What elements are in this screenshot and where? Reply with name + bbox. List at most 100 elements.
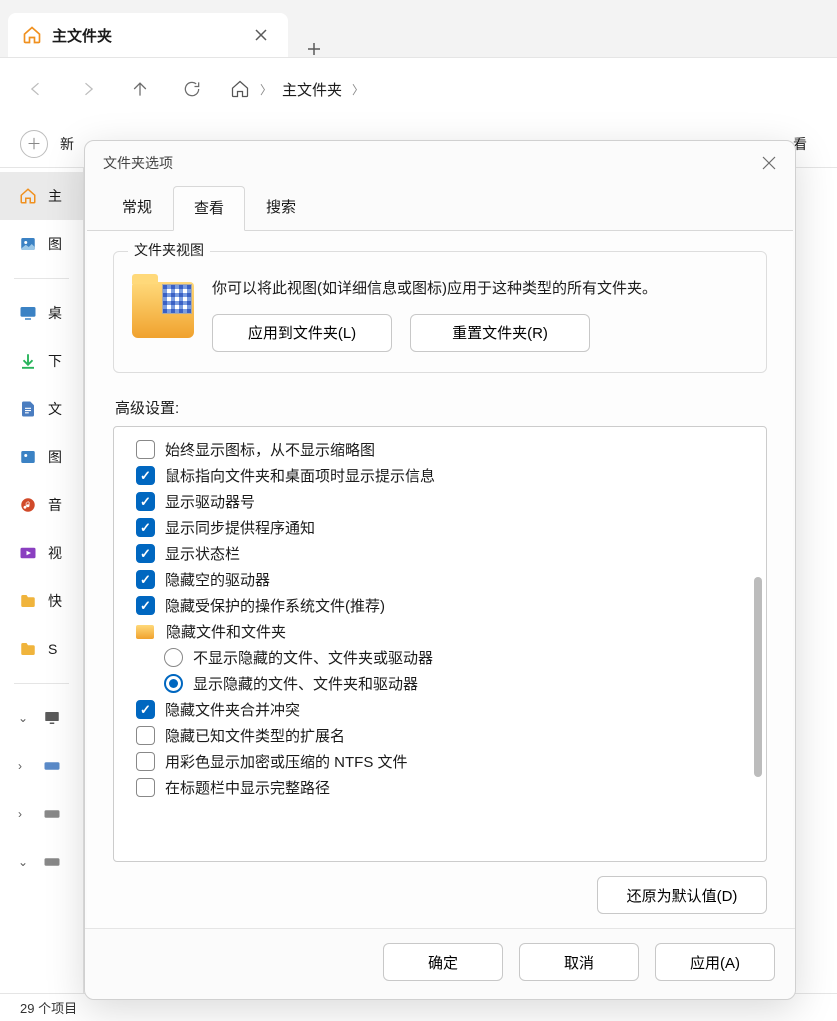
option-row[interactable]: 隐藏受保护的操作系统文件(推荐) — [136, 593, 756, 619]
option-label: 显示同步提供程序通知 — [165, 517, 315, 538]
sidebar-item-videos[interactable]: 视 — [0, 529, 83, 577]
desktop-icon — [18, 303, 38, 323]
option-row[interactable]: 用彩色显示加密或压缩的 NTFS 文件 — [136, 749, 756, 775]
apply-button[interactable]: 应用(A) — [655, 943, 775, 981]
pictures-icon — [18, 447, 38, 467]
option-row[interactable]: 隐藏文件夹合并冲突 — [136, 697, 756, 723]
option-label: 隐藏文件夹合并冲突 — [165, 699, 300, 720]
checkbox[interactable] — [136, 726, 155, 745]
back-button[interactable] — [14, 67, 58, 111]
option-label: 显示状态栏 — [165, 543, 240, 564]
drive-icon — [42, 804, 62, 824]
chevron-right-icon: 〉 — [260, 81, 272, 98]
document-icon — [18, 399, 38, 419]
option-row[interactable]: 不显示隐藏的文件、文件夹或驱动器 — [136, 645, 756, 671]
cancel-button[interactable]: 取消 — [519, 943, 639, 981]
checkbox[interactable] — [136, 518, 155, 537]
forward-button[interactable] — [66, 67, 110, 111]
ok-button[interactable]: 确定 — [383, 943, 503, 981]
sidebar-item-thispc[interactable]: ⌄ — [0, 694, 83, 742]
folder-options-dialog: 文件夹选项 常规 查看 搜索 文件夹视图 你可以将此视图(如详细信息或图标)应用… — [84, 140, 796, 1000]
option-row[interactable]: 在标题栏中显示完整路径 — [136, 775, 756, 801]
option-row[interactable]: 隐藏文件和文件夹 — [136, 619, 756, 645]
checkbox[interactable] — [136, 700, 155, 719]
dialog-tabs: 常规 查看 搜索 — [85, 185, 795, 230]
sidebar-item-drive3[interactable]: ⌄ — [0, 838, 83, 886]
checkbox[interactable] — [136, 752, 155, 771]
checkbox[interactable] — [136, 492, 155, 511]
folder-icon — [18, 639, 38, 659]
tab-home[interactable]: 主文件夹 — [8, 13, 288, 57]
new-tab-button[interactable] — [288, 41, 340, 57]
new-item-button[interactable]: ＋ — [20, 130, 48, 158]
radio[interactable] — [164, 648, 183, 667]
sidebar-item-gallery[interactable]: 图 — [0, 220, 83, 268]
option-label: 显示隐藏的文件、文件夹和驱动器 — [193, 673, 418, 694]
sidebar-item-documents[interactable]: 文 — [0, 385, 83, 433]
scrollbar-thumb[interactable] — [754, 577, 762, 777]
sidebar-item-pictures[interactable]: 图 — [0, 433, 83, 481]
advanced-settings-list[interactable]: 始终显示图标，从不显示缩略图鼠标指向文件夹和桌面项时显示提示信息显示驱动器号显示… — [113, 426, 767, 863]
option-row[interactable]: 隐藏已知文件类型的扩展名 — [136, 723, 756, 749]
sidebar-item-drive2[interactable]: › — [0, 790, 83, 838]
sidebar-item-folder1[interactable]: 快 — [0, 577, 83, 625]
chevron-right-icon: › — [18, 759, 32, 773]
checkbox[interactable] — [136, 466, 155, 485]
pc-icon — [42, 708, 62, 728]
radio[interactable] — [164, 674, 183, 693]
dialog-close-button[interactable] — [755, 149, 783, 177]
group-legend: 文件夹视图 — [128, 240, 210, 260]
refresh-button[interactable] — [170, 67, 214, 111]
up-button[interactable] — [118, 67, 162, 111]
option-row[interactable]: 显示状态栏 — [136, 541, 756, 567]
checkbox[interactable] — [136, 544, 155, 563]
apply-to-folders-button[interactable]: 应用到文件夹(L) — [212, 314, 392, 352]
option-label: 隐藏已知文件类型的扩展名 — [165, 725, 345, 746]
option-row[interactable]: 鼠标指向文件夹和桌面项时显示提示信息 — [136, 463, 756, 489]
sidebar-item-drive1[interactable]: › — [0, 742, 83, 790]
option-label: 鼠标指向文件夹和桌面项时显示提示信息 — [165, 465, 435, 486]
tab-title: 主文件夹 — [52, 25, 238, 46]
checkbox[interactable] — [136, 440, 155, 459]
reset-folders-button[interactable]: 重置文件夹(R) — [410, 314, 590, 352]
sidebar-item-home[interactable]: 主 — [0, 172, 83, 220]
sidebar-item-desktop[interactable]: 桌 — [0, 289, 83, 337]
new-item-label: 新 — [60, 134, 74, 154]
chevron-right-icon: 〉 — [352, 81, 364, 98]
option-label: 隐藏受保护的操作系统文件(推荐) — [165, 595, 385, 616]
checkbox[interactable] — [136, 596, 155, 615]
status-text: 29 个项目 — [20, 998, 77, 1017]
image-icon — [18, 234, 38, 254]
checkbox[interactable] — [136, 570, 155, 589]
option-row[interactable]: 隐藏空的驱动器 — [136, 567, 756, 593]
dialog-title: 文件夹选项 — [103, 153, 755, 173]
tab-bar: 主文件夹 — [0, 0, 837, 58]
option-label: 用彩色显示加密或压缩的 NTFS 文件 — [165, 751, 408, 772]
option-label: 隐藏空的驱动器 — [165, 569, 270, 590]
video-icon — [18, 543, 38, 563]
option-row[interactable]: 显示同步提供程序通知 — [136, 515, 756, 541]
option-label: 不显示隐藏的文件、文件夹或驱动器 — [193, 647, 433, 668]
reset-defaults-button[interactable]: 还原为默认值(D) — [597, 876, 767, 914]
option-label: 隐藏文件和文件夹 — [166, 621, 286, 642]
tab-view[interactable]: 查看 — [173, 186, 245, 231]
breadcrumb[interactable]: 〉 主文件夹 〉 — [222, 79, 364, 100]
tab-close-button[interactable] — [248, 22, 274, 48]
tab-general[interactable]: 常规 — [101, 185, 173, 230]
tab-search[interactable]: 搜索 — [245, 185, 317, 230]
group-text: 你可以将此视图(如详细信息或图标)应用于这种类型的所有文件夹。 — [212, 276, 748, 302]
sidebar-item-folder2[interactable]: S — [0, 625, 83, 673]
option-row[interactable]: 显示驱动器号 — [136, 489, 756, 515]
option-row[interactable]: 始终显示图标，从不显示缩略图 — [136, 437, 756, 463]
option-row[interactable]: 显示隐藏的文件、文件夹和驱动器 — [136, 671, 756, 697]
sidebar-item-downloads[interactable]: 下 — [0, 337, 83, 385]
breadcrumb-item[interactable]: 主文件夹 — [282, 79, 342, 100]
advanced-settings-label: 高级设置: — [115, 397, 765, 418]
sidebar: 主 图 桌 下 文 图 音 视 快 S ⌄ › › ⌄ — [0, 168, 84, 993]
chevron-right-icon: › — [18, 807, 32, 821]
home-icon — [22, 25, 42, 45]
sidebar-item-music[interactable]: 音 — [0, 481, 83, 529]
home-icon — [230, 79, 250, 99]
checkbox[interactable] — [136, 778, 155, 797]
folder-view-icon — [132, 282, 194, 338]
